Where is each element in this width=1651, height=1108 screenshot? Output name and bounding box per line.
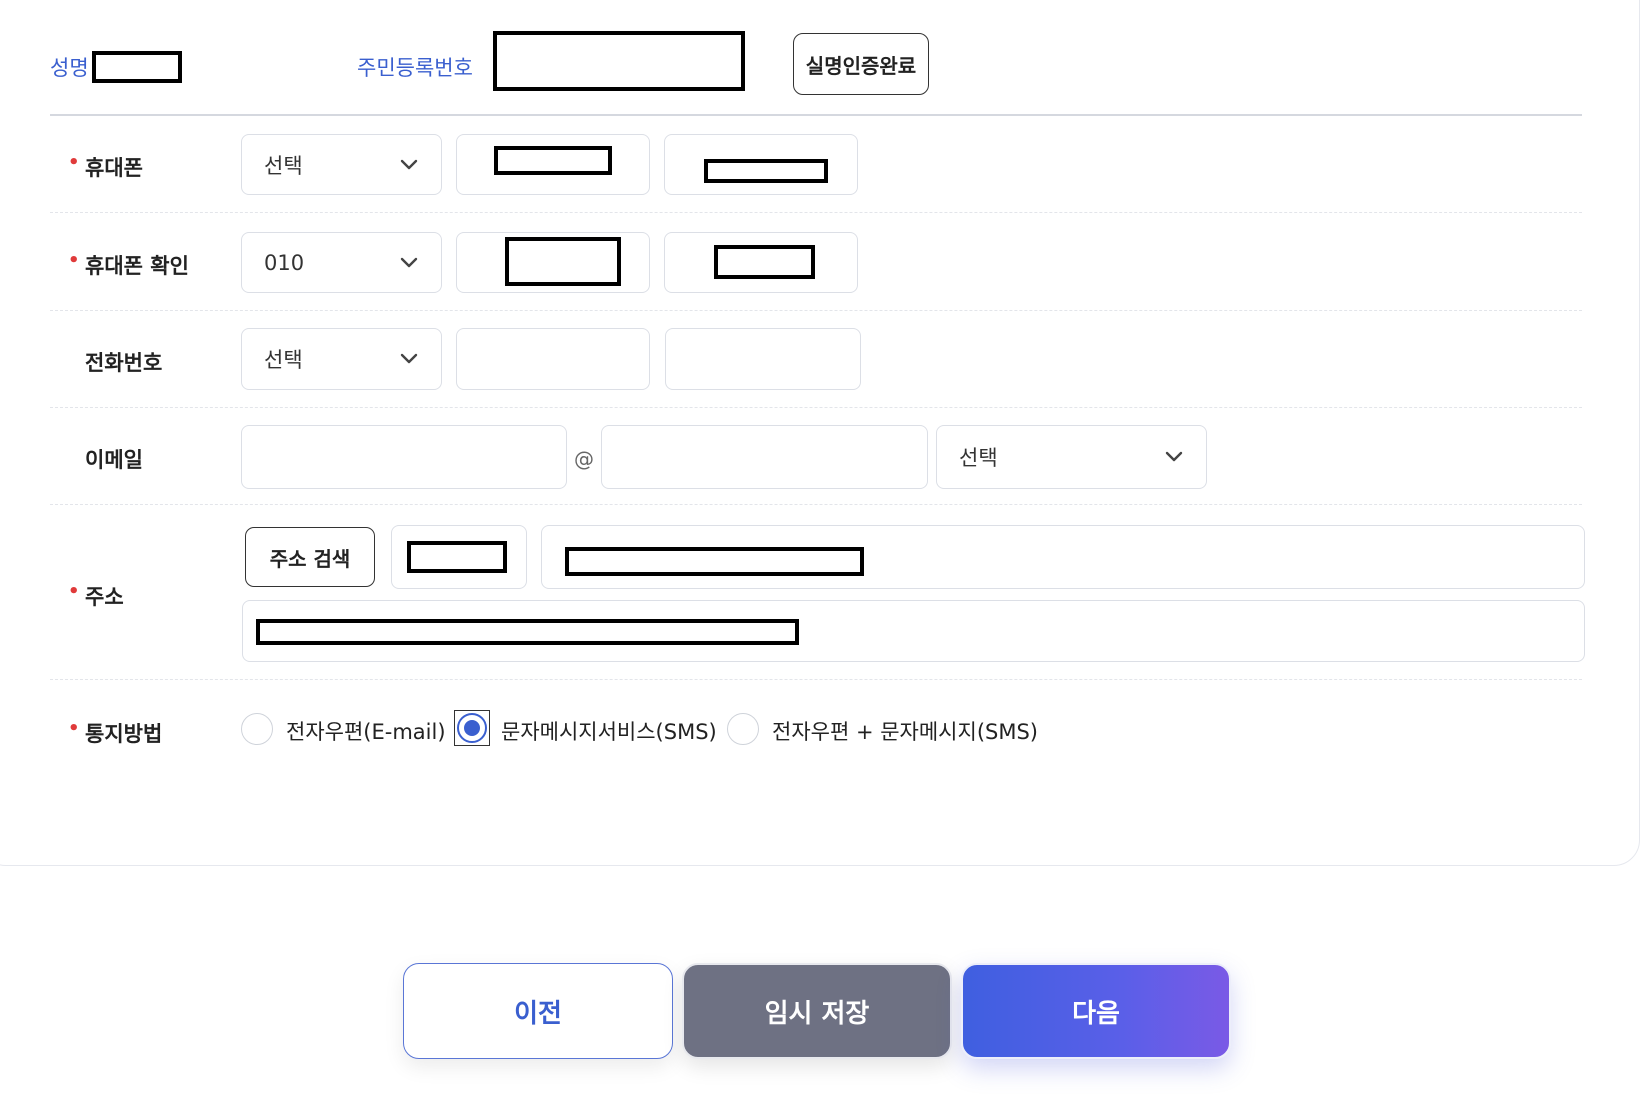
- rrn-label: 주민등록번호: [357, 56, 473, 80]
- row-divider: [50, 407, 1582, 408]
- postcode-redacted: [407, 541, 507, 573]
- chevron-down-icon: [400, 159, 418, 169]
- tel-middle-input[interactable]: [456, 328, 650, 390]
- notify-email-label[interactable]: 전자우편(E-mail): [286, 716, 446, 746]
- address-label: 주소: [85, 585, 124, 609]
- notify-label: 통지방법: [85, 722, 163, 746]
- address-search-button[interactable]: 주소 검색: [245, 527, 375, 587]
- email-id-input[interactable]: [241, 425, 567, 489]
- notify-email-radio[interactable]: [241, 713, 273, 745]
- section-divider: [50, 114, 1582, 116]
- name-value-redacted: [92, 51, 182, 83]
- tel-label: 전화번호: [85, 351, 163, 375]
- email-domain-select[interactable]: 선택: [936, 425, 1207, 489]
- email-domain-input[interactable]: [601, 425, 928, 489]
- email-domain-select-value: 선택: [959, 446, 998, 470]
- phone-confirm-label: 휴대폰 확인: [85, 254, 189, 278]
- notify-sms-label[interactable]: 문자메시지서비스(SMS): [501, 716, 717, 746]
- phone-confirm-middle-redacted: [505, 237, 621, 286]
- email-label: 이메일: [85, 448, 143, 472]
- tel-prefix-value: 선택: [264, 348, 303, 372]
- address-main-redacted: [565, 547, 864, 576]
- temp-save-button[interactable]: 임시 저장: [682, 963, 952, 1059]
- phone-confirm-prefix-value: 010: [264, 250, 305, 275]
- chevron-down-icon: [400, 353, 418, 364]
- required-marker: •: [68, 581, 80, 602]
- row-divider: [50, 212, 1582, 213]
- name-label: 성명: [50, 56, 89, 80]
- phone-prefix-select[interactable]: 선택: [241, 134, 442, 195]
- required-marker: •: [68, 718, 80, 739]
- required-marker: •: [68, 152, 80, 173]
- phone-confirm-last-redacted: [714, 245, 815, 279]
- chevron-down-icon: [400, 257, 418, 267]
- notify-sms-radio[interactable]: [457, 713, 487, 743]
- tel-last-input[interactable]: [665, 328, 861, 390]
- rrn-value-redacted: [493, 31, 745, 91]
- phone-label: 휴대폰: [85, 156, 143, 180]
- row-divider: [50, 679, 1582, 680]
- notify-sms-radio-focus[interactable]: [454, 710, 490, 746]
- at-symbol: @: [574, 447, 594, 471]
- tel-prefix-select[interactable]: 선택: [241, 328, 442, 390]
- phone-confirm-prefix-select[interactable]: 010: [241, 232, 442, 293]
- phone-middle-redacted: [494, 146, 612, 175]
- notify-both-label[interactable]: 전자우편 + 문자메시지(SMS): [772, 716, 1038, 746]
- address-detail-redacted: [256, 619, 799, 645]
- row-divider: [50, 310, 1582, 311]
- required-marker: •: [68, 250, 80, 271]
- notify-both-radio[interactable]: [727, 713, 759, 745]
- verify-complete-button[interactable]: 실명인증완료: [793, 33, 929, 95]
- phone-last-redacted: [704, 159, 828, 183]
- row-divider: [50, 504, 1582, 505]
- phone-prefix-value: 선택: [264, 153, 303, 178]
- next-button[interactable]: 다음: [961, 963, 1231, 1059]
- chevron-down-icon: [1165, 451, 1183, 462]
- prev-button[interactable]: 이전: [403, 963, 673, 1059]
